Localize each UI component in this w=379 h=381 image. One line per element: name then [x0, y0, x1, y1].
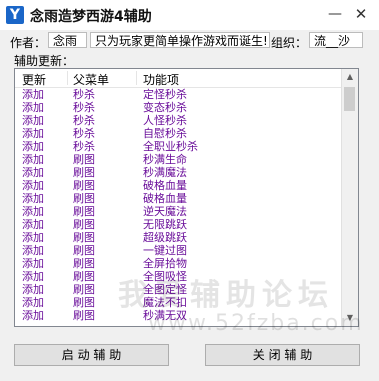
cell-parent-menu: 刷图 — [73, 205, 95, 218]
cell-parent-menu: 刷图 — [73, 270, 95, 283]
cell-update: 添加 — [22, 244, 44, 257]
cell-update: 添加 — [22, 166, 44, 179]
author-field[interactable]: 念雨 — [48, 32, 87, 48]
table-row[interactable]: 添加 秒杀 人怪秒杀 — [15, 114, 343, 127]
scroll-up-arrow-icon[interactable]: ▲ — [342, 69, 358, 85]
list-header: 更新 父菜单 功能项 — [15, 69, 343, 88]
table-row[interactable]: 添加 刷图 一键过图 — [15, 244, 343, 257]
table-row[interactable]: 添加 刷图 魔法不扣 — [15, 296, 343, 309]
cell-update: 添加 — [22, 283, 44, 296]
close-assist-button[interactable]: 关 闭 辅 助 — [205, 344, 360, 366]
cell-update: 添加 — [22, 192, 44, 205]
cell-feature: 全职业秒杀 — [143, 140, 198, 153]
cell-feature: 超级跳跃 — [143, 231, 187, 244]
table-row[interactable]: 添加 刷图 破格血量 — [15, 179, 343, 192]
column-header-parent-menu[interactable]: 父菜单 — [73, 71, 109, 88]
cell-update: 添加 — [22, 296, 44, 309]
table-row[interactable]: 添加 刷图 秒满生命 — [15, 153, 343, 166]
cell-feature: 秒满魔法 — [143, 166, 187, 179]
scroll-thumb[interactable] — [344, 87, 355, 111]
table-row[interactable]: 添加 刷图 秒满无双 — [15, 309, 343, 322]
cell-update: 添加 — [22, 257, 44, 270]
column-divider — [136, 71, 137, 85]
column-header-update[interactable]: 更新 — [22, 71, 46, 88]
close-window-button[interactable]: ✕ — [350, 4, 372, 24]
cell-update: 添加 — [22, 101, 44, 114]
table-row[interactable]: 添加 刷图 超级跳跃 — [15, 231, 343, 244]
cell-feature: 变态秒杀 — [143, 101, 187, 114]
table-row[interactable]: 添加 刷图 逆天魔法 — [15, 205, 343, 218]
cell-feature: 魔法不扣 — [143, 296, 187, 309]
cell-parent-menu: 秒杀 — [73, 88, 95, 101]
cell-feature: 自慰秒杀 — [143, 127, 187, 140]
column-divider — [67, 71, 68, 85]
app-icon: Y — [6, 6, 24, 24]
table-row[interactable]: 添加 刷图 秒满魔法 — [15, 166, 343, 179]
table-row[interactable]: 添加 秒杀 自慰秒杀 — [15, 127, 343, 140]
table-row[interactable]: 添加 刷图 破格血量 — [15, 192, 343, 205]
table-row[interactable]: 添加 秒杀 定怪秒杀 — [15, 88, 343, 101]
cell-parent-menu: 刷图 — [73, 153, 95, 166]
cell-update: 添加 — [22, 153, 44, 166]
scroll-down-arrow-icon[interactable]: ▼ — [342, 310, 358, 326]
cell-parent-menu: 刷图 — [73, 179, 95, 192]
cell-feature: 秒满无双 — [143, 309, 187, 322]
cell-parent-menu: 秒杀 — [73, 127, 95, 140]
org-field[interactable]: 流__沙 — [309, 32, 363, 48]
cell-feature: 人怪秒杀 — [143, 114, 187, 127]
cell-feature: 破格血量 — [143, 179, 187, 192]
cell-update: 添加 — [22, 218, 44, 231]
cell-parent-menu: 刷图 — [73, 231, 95, 244]
cell-feature: 定怪秒杀 — [143, 88, 187, 101]
cell-parent-menu: 刷图 — [73, 192, 95, 205]
cell-update: 添加 — [22, 88, 44, 101]
cell-update: 添加 — [22, 231, 44, 244]
cell-feature: 逆天魔法 — [143, 205, 187, 218]
table-row[interactable]: 添加 刷图 无限跳跃 — [15, 218, 343, 231]
table-row[interactable]: 添加 秒杀 全职业秒杀 — [15, 140, 343, 153]
cell-parent-menu: 秒杀 — [73, 114, 95, 127]
cell-parent-menu: 刷图 — [73, 166, 95, 179]
cell-feature: 破格血量 — [143, 192, 187, 205]
cell-parent-menu: 秒杀 — [73, 140, 95, 153]
cell-parent-menu: 刷图 — [73, 218, 95, 231]
update-list[interactable]: 更新 父菜单 功能项 添加 秒杀 定怪秒杀 添加 秒杀 变态秒杀 添加 秒杀 人怪秒杀 添加 秒杀自… — [14, 68, 359, 327]
window-title: 念雨造梦西游4辅助 — [30, 9, 152, 25]
slogan-field[interactable]: 只为玩家更简单操作游戏而诞生! — [90, 32, 270, 48]
cell-feature: 全图吸怪 — [143, 270, 187, 283]
cell-parent-menu: 刷图 — [73, 309, 95, 322]
cell-update: 添加 — [22, 270, 44, 283]
cell-update: 添加 — [22, 205, 44, 218]
cell-parent-menu: 刷图 — [73, 257, 95, 270]
cell-update: 添加 — [22, 179, 44, 192]
start-assist-button[interactable]: 启 动 辅 助 — [14, 344, 169, 366]
cell-feature: 全屏拾物 — [143, 257, 187, 270]
cell-update: 添加 — [22, 309, 44, 322]
table-row[interactable]: 添加 秒杀 变态秒杀 — [15, 101, 343, 114]
cell-parent-menu: 刷图 — [73, 283, 95, 296]
cell-parent-menu: 刷图 — [73, 244, 95, 257]
column-header-feature[interactable]: 功能项 — [143, 71, 179, 88]
author-label: 作者： — [10, 36, 47, 50]
cell-update: 添加 — [22, 127, 44, 140]
cell-parent-menu: 刷图 — [73, 296, 95, 309]
org-label: 组织： — [271, 36, 308, 50]
minimize-button[interactable]: — — [324, 4, 346, 24]
title-bar: Y 念雨造梦西游4辅助 — ✕ — [0, 0, 379, 30]
update-group-label: 辅助更新： — [14, 54, 75, 68]
table-row[interactable]: 添加 刷图 全图吸怪 — [15, 270, 343, 283]
cell-update: 添加 — [22, 140, 44, 153]
cell-feature: 无限跳跃 — [143, 218, 187, 231]
list-rows: 添加 秒杀 定怪秒杀 添加 秒杀 变态秒杀 添加 秒杀 人怪秒杀 添加 秒杀 自慰秒杀 添加 秒杀 全职业秒… — [15, 88, 343, 322]
cell-update: 添加 — [22, 114, 44, 127]
table-row[interactable]: 添加 刷图 全屏拾物 — [15, 257, 343, 270]
cell-parent-menu: 秒杀 — [73, 101, 95, 114]
cell-feature: 秒满生命 — [143, 153, 187, 166]
cell-feature: 一键过图 — [143, 244, 187, 257]
info-row: 作者： 念雨 只为玩家更简单操作游戏而诞生! 组织： 流__沙 — [0, 31, 379, 51]
table-row[interactable]: 添加 刷图 全图定怪 — [15, 283, 343, 296]
vertical-scrollbar[interactable]: ▲ ▼ — [341, 69, 358, 326]
cell-feature: 全图定怪 — [143, 283, 187, 296]
